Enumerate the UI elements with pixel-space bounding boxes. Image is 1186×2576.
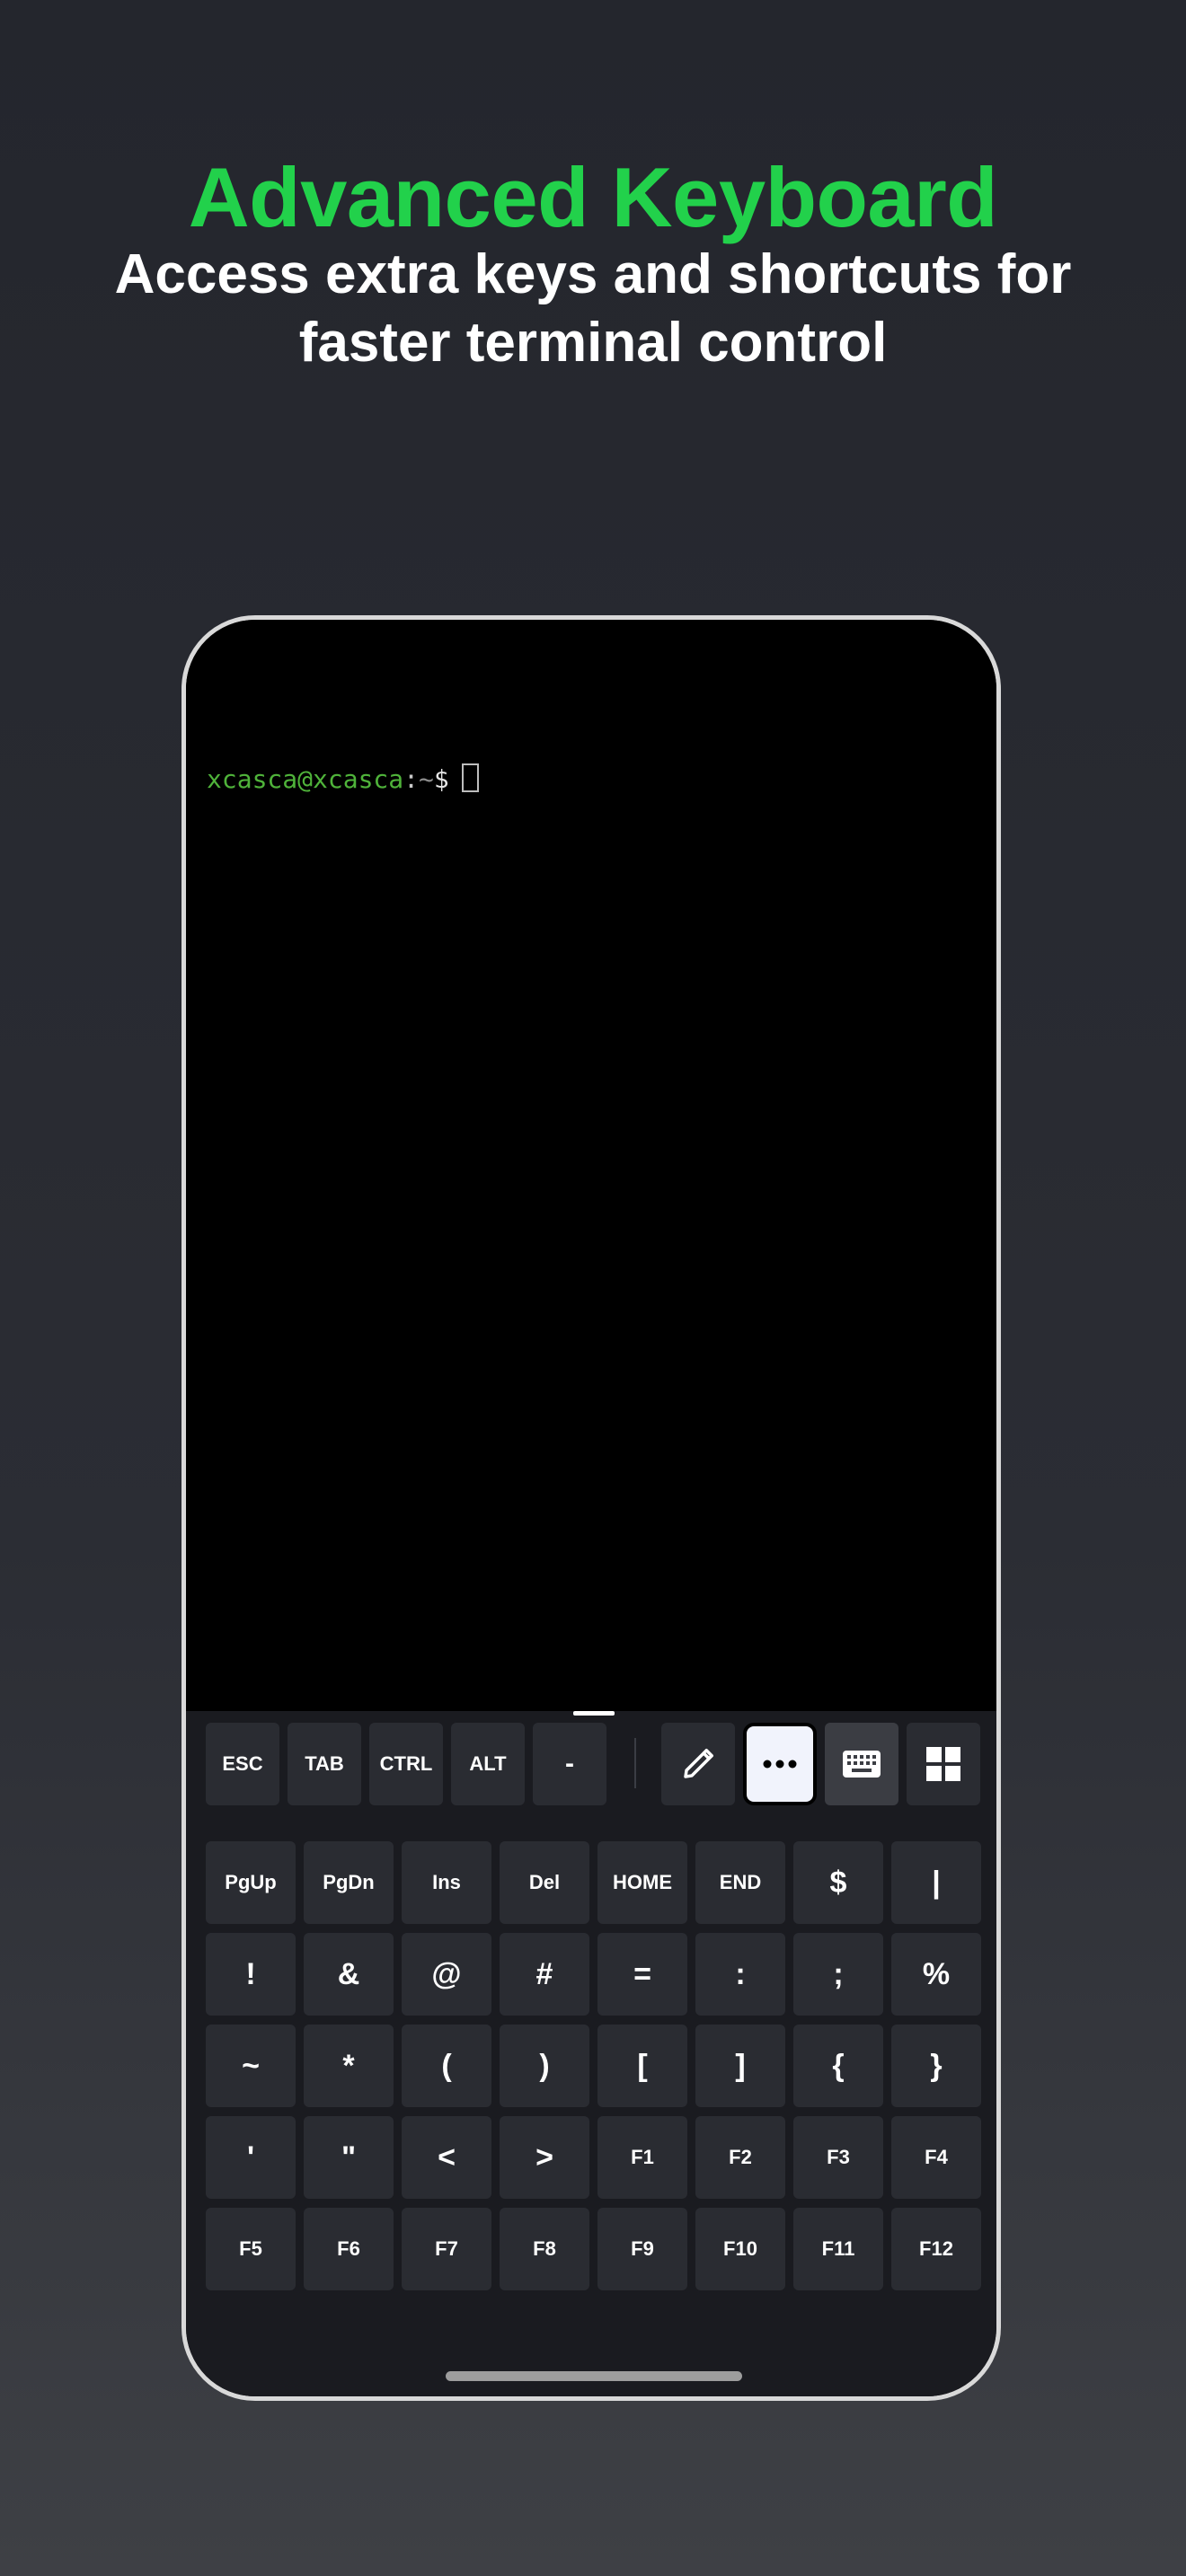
keyboard-icon xyxy=(843,1751,881,1778)
toolbar-divider xyxy=(634,1738,636,1788)
more-keys-button[interactable] xyxy=(743,1723,817,1805)
colon-key[interactable]: : xyxy=(695,1933,785,2016)
extra-keyboard: ESC TAB CTRL ALT - PgUp PgDn Ins Del HOM… xyxy=(186,1711,996,2396)
tilde-key[interactable]: ~ xyxy=(206,2025,296,2107)
open-paren-key[interactable]: ( xyxy=(402,2025,491,2107)
home-key[interactable]: HOME xyxy=(597,1841,687,1924)
close-brace-key[interactable]: } xyxy=(891,2025,981,2107)
keyboard-toggle-button[interactable] xyxy=(825,1723,898,1805)
prompt-user: xcasca@xcasca xyxy=(207,764,404,794)
page-title: Advanced Keyboard xyxy=(188,150,998,244)
esc-key[interactable]: ESC xyxy=(206,1723,279,1805)
layout-grid-button[interactable] xyxy=(907,1723,980,1805)
page-subtitle: Access extra keys and shortcuts for fast… xyxy=(114,243,1072,374)
alt-key[interactable]: ALT xyxy=(451,1723,525,1805)
f4-key[interactable]: F4 xyxy=(891,2116,981,2199)
prompt-separator: : xyxy=(403,764,420,794)
f1-key[interactable]: F1 xyxy=(597,2116,687,2199)
home-indicator[interactable] xyxy=(446,2371,742,2381)
single-quote-key[interactable]: ' xyxy=(206,2116,296,2199)
close-bracket-key[interactable]: ] xyxy=(695,2025,785,2107)
f9-key[interactable]: F9 xyxy=(597,2208,687,2290)
del-key[interactable]: Del xyxy=(500,1841,589,1924)
pgup-key[interactable]: PgUp xyxy=(206,1841,296,1924)
ins-key[interactable]: Ins xyxy=(402,1841,491,1924)
pipe-key[interactable]: | xyxy=(891,1841,981,1924)
keyboard-drag-handle[interactable] xyxy=(573,1711,615,1716)
close-paren-key[interactable]: ) xyxy=(500,2025,589,2107)
f5-key[interactable]: F5 xyxy=(206,2208,296,2290)
more-icon xyxy=(763,1760,797,1769)
dash-key[interactable]: - xyxy=(533,1723,606,1805)
greater-than-key[interactable]: > xyxy=(500,2116,589,2199)
equals-key[interactable]: = xyxy=(597,1933,687,2016)
f3-key[interactable]: F3 xyxy=(793,2116,883,2199)
pgdn-key[interactable]: PgDn xyxy=(304,1841,394,1924)
dollar-key[interactable]: $ xyxy=(793,1841,883,1924)
f7-key[interactable]: F7 xyxy=(402,2208,491,2290)
f12-key[interactable]: F12 xyxy=(891,2208,981,2290)
f11-key[interactable]: F11 xyxy=(793,2208,883,2290)
prompt-path: ~ xyxy=(419,764,434,794)
f10-key[interactable]: F10 xyxy=(695,2208,785,2290)
terminal-cursor xyxy=(461,763,479,792)
semicolon-key[interactable]: ; xyxy=(793,1933,883,2016)
ctrl-key[interactable]: CTRL xyxy=(369,1723,443,1805)
at-key[interactable]: @ xyxy=(402,1933,491,2016)
hash-key[interactable]: # xyxy=(500,1933,589,2016)
f2-key[interactable]: F2 xyxy=(695,2116,785,2199)
open-brace-key[interactable]: { xyxy=(793,2025,883,2107)
tab-key[interactable]: TAB xyxy=(288,1723,361,1805)
pencil-icon xyxy=(684,1749,713,1778)
edit-button[interactable] xyxy=(661,1723,735,1805)
terminal-screen[interactable]: xcasca@xcasca:~$ xyxy=(186,620,996,1711)
terminal-prompt: xcasca@xcasca:~$ xyxy=(207,763,479,795)
less-than-key[interactable]: < xyxy=(402,2116,491,2199)
ampersand-key[interactable]: & xyxy=(304,1933,394,2016)
open-bracket-key[interactable]: [ xyxy=(597,2025,687,2107)
f6-key[interactable]: F6 xyxy=(304,2208,394,2290)
phone-frame: xcasca@xcasca:~$ ESC TAB CTRL ALT - PgUp… xyxy=(181,615,1001,2401)
grid-icon xyxy=(926,1747,960,1781)
end-key[interactable]: END xyxy=(695,1841,785,1924)
f8-key[interactable]: F8 xyxy=(500,2208,589,2290)
double-quote-key[interactable]: " xyxy=(304,2116,394,2199)
exclamation-key[interactable]: ! xyxy=(206,1933,296,2016)
asterisk-key[interactable]: * xyxy=(304,2025,394,2107)
percent-key[interactable]: % xyxy=(891,1933,981,2016)
prompt-dollar: $ xyxy=(433,764,449,794)
